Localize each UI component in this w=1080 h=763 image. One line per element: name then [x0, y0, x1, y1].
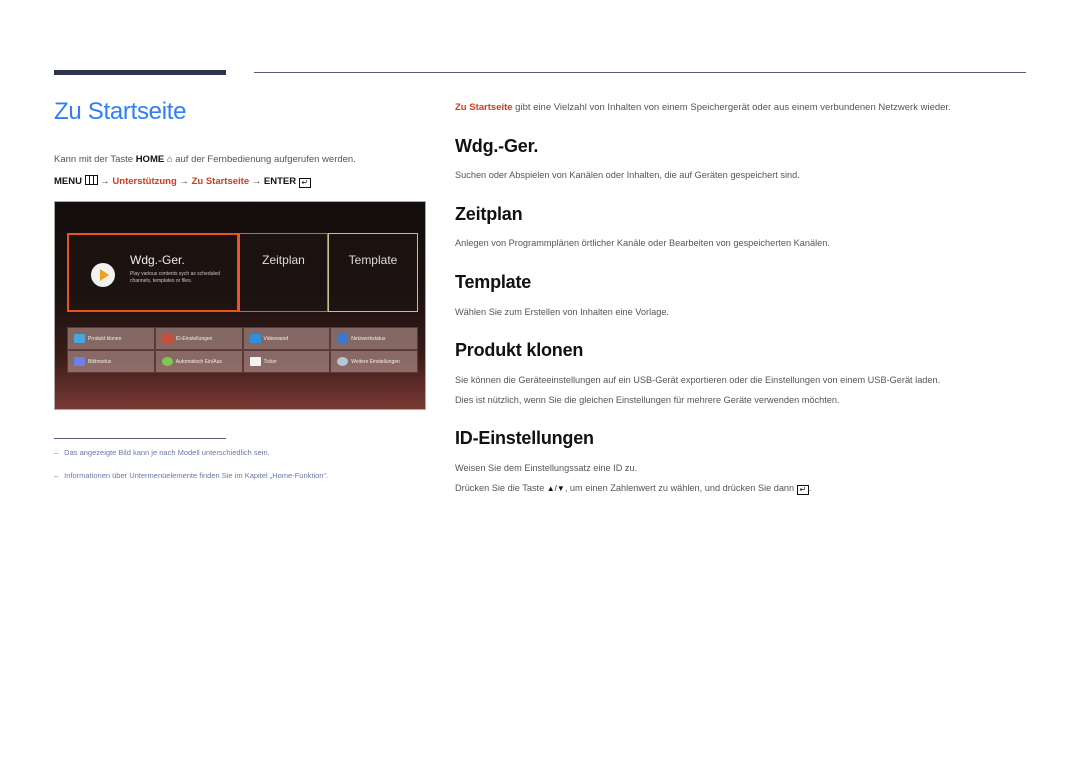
power-timer-icon — [161, 357, 173, 366]
press-middle: , um einen Zahlenwert zu wählen, und drü… — [564, 483, 797, 493]
grid-item-label: Bildmodus — [88, 358, 112, 365]
grid-item-bildmodus[interactable]: Bildmodus — [67, 350, 155, 373]
section-text: Suchen oder Abspielen von Kanälen oder I… — [455, 170, 800, 180]
footnote: – Das angezeigte Bild kann je nach Modell… — [54, 448, 270, 457]
grid-item-id-einstellungen[interactable]: ID-Einstellungen — [154, 327, 243, 350]
tile-zeitplan[interactable]: Zeitplan — [239, 233, 328, 312]
lead-paragraph: Zu Startseite gibt eine Vielzahl von Inh… — [455, 102, 951, 113]
home-screen-screenshot: Wdg.-Ger. Play various contents sych as … — [54, 201, 426, 410]
footnote-text: Informationen über Untermenüelemente fin… — [64, 471, 329, 480]
grid-item-videowand[interactable]: Videowand — [242, 327, 331, 350]
footnote: – Informationen über Untermenüelemente fi… — [54, 471, 329, 480]
menu-icon — [84, 175, 98, 185]
lead-highlight: Zu Startseite — [455, 102, 513, 113]
grid-item-weitere-einstellungen[interactable]: Weitere Einstellungen — [330, 350, 418, 373]
grid-item-produkt-klonen[interactable]: Produkt klonen — [67, 327, 155, 350]
video-wall-icon — [249, 334, 261, 343]
menu-path: MENU → Unterstützung → Zu Startseite → E… — [54, 175, 311, 188]
press-end: . — [808, 483, 812, 493]
settings-grid: Produkt klonen ID-Einstellungen Videowan… — [67, 327, 418, 373]
network-status-icon — [337, 334, 349, 343]
id-press-instruction: Drücken Sie die Taste ▲/▼, um einen Zahl… — [455, 483, 811, 495]
section-heading: Wdg.-Ger. — [455, 136, 539, 156]
press-before: Drücken Sie die Taste — [455, 483, 547, 493]
tile-wdg-ger[interactable]: Wdg.-Ger. Play various contents sych as … — [67, 233, 239, 312]
clone-icon — [74, 334, 85, 343]
enter-label: ENTER — [263, 176, 297, 187]
grid-item-label: Weitere Einstellungen — [351, 358, 400, 365]
section-heading: Zeitplan — [455, 204, 523, 224]
arrow: → — [100, 176, 110, 187]
section-heading: Produkt klonen — [455, 340, 584, 360]
section-text: Anlegen von Programmplänen örtlicher Kan… — [455, 238, 830, 248]
id-card-icon — [161, 334, 173, 343]
arrow: → — [251, 176, 262, 187]
grid-item-label: Produkt klonen — [88, 335, 122, 342]
enter-icon: ↵ — [298, 178, 311, 188]
arrow: → — [179, 176, 189, 187]
tile-template[interactable]: Template — [328, 233, 418, 312]
section-text: Dies ist nützlich, wenn Sie die gleichen… — [455, 395, 840, 405]
tile-subtitle: Play various contents sych as scheduled … — [130, 271, 221, 284]
grid-item-netzwerkstatus[interactable]: Netzwerkstatus — [330, 327, 418, 350]
section-text: Sie können die Geräteeinstellungen auf e… — [455, 375, 941, 385]
tile-title: Wdg.-Ger. — [130, 253, 185, 267]
grid-item-ticker[interactable]: Ticker — [242, 350, 331, 373]
section-text: Weisen Sie dem Einstellungssatz eine ID … — [455, 463, 638, 473]
footnote-divider — [54, 438, 226, 439]
section-heading: Template — [455, 272, 532, 292]
gear-icon — [337, 357, 349, 366]
home-key-label: HOME — [135, 154, 165, 165]
section-heading: ID-Einstellungen — [455, 428, 594, 448]
grid-item-label: Automatisch Ein/Aus — [175, 358, 222, 365]
header-bar-thick — [54, 70, 226, 75]
ticker-icon — [249, 357, 261, 366]
intro-after: auf der Fernbedienung aufgerufen werden. — [172, 154, 356, 165]
up-down-arrow-icon: ▲/▼ — [546, 484, 565, 493]
header-rule — [254, 72, 1026, 73]
tile-label: Template — [348, 253, 398, 267]
menu-label: MENU — [54, 176, 82, 187]
section-text: Wählen Sie zum Erstellen von Inhalten ei… — [455, 307, 669, 317]
intro-before: Kann mit der Taste — [54, 154, 136, 165]
enter-icon: ↵ — [796, 485, 809, 495]
tile-label: Zeitplan — [262, 253, 305, 267]
intro-text: Kann mit der Taste HOME ⌂ auf der Fernbe… — [54, 154, 356, 165]
lead-text: gibt eine Vielzahl von Inhalten von eine… — [512, 102, 951, 113]
menu-step-home: Zu Startseite — [191, 176, 250, 187]
grid-item-label: ID-Einstellungen — [175, 335, 213, 342]
footnote-text: Das angezeigte Bild kann je nach Modell … — [64, 448, 270, 457]
picture-mode-icon — [74, 357, 85, 366]
menu-step-support: Unterstützung — [112, 176, 177, 187]
play-icon — [91, 263, 115, 287]
grid-item-automatisch-ein-aus[interactable]: Automatisch Ein/Aus — [154, 350, 243, 373]
page-title: Zu Startseite — [54, 98, 187, 125]
grid-item-label: Netzwerkstatus — [351, 335, 386, 342]
grid-item-label: Ticker — [263, 358, 277, 365]
grid-item-label: Videowand — [263, 335, 289, 342]
